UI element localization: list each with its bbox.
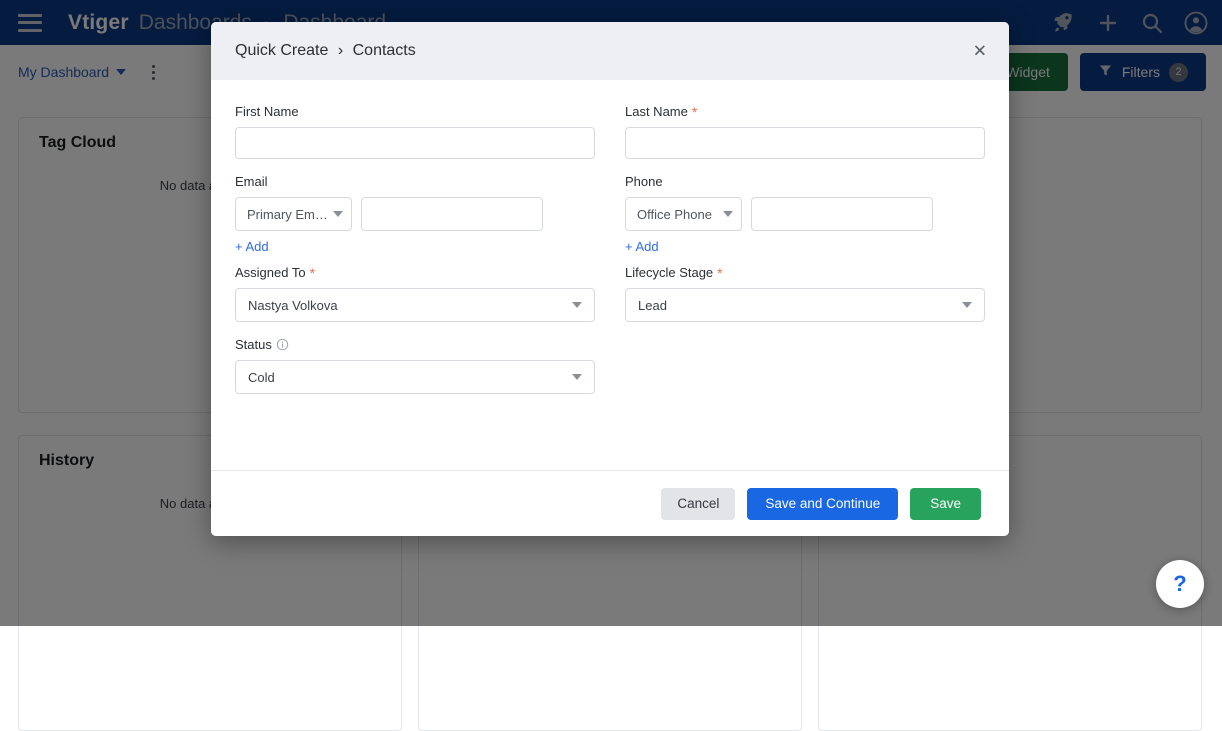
grid-spacer — [625, 337, 985, 409]
chevron-down-icon — [962, 302, 972, 308]
field-assigned-to: Assigned To * Nastya Volkova — [235, 265, 595, 322]
assigned-to-label: Assigned To — [235, 265, 306, 280]
form-grid: First Name Last Name * Email Pr — [235, 104, 985, 409]
field-label: Assigned To * — [235, 265, 595, 280]
chevron-down-icon — [572, 302, 582, 308]
field-email: Email Primary Em… + Add — [235, 174, 595, 256]
email-combo-row: Primary Em… — [235, 197, 595, 231]
first-name-label: First Name — [235, 104, 299, 119]
phone-input[interactable] — [751, 197, 933, 231]
required-marker: * — [310, 266, 315, 280]
first-name-input[interactable] — [235, 127, 595, 159]
field-label: First Name — [235, 104, 595, 119]
assigned-to-value: Nastya Volkova — [248, 298, 338, 313]
required-marker: * — [692, 105, 697, 119]
field-phone: Phone Office Phone + Add — [625, 174, 985, 256]
phone-type-value: Office Phone — [637, 207, 712, 222]
email-label: Email — [235, 174, 268, 189]
phone-label: Phone — [625, 174, 663, 189]
email-type-select[interactable]: Primary Em… — [235, 197, 352, 231]
status-select[interactable]: Cold — [235, 360, 595, 394]
help-button[interactable]: ? — [1156, 560, 1204, 608]
info-icon[interactable] — [276, 338, 289, 351]
last-name-label: Last Name — [625, 104, 688, 119]
field-label: Phone — [625, 174, 985, 189]
modal-title-prefix: Quick Create — [235, 42, 328, 59]
save-button[interactable]: Save — [910, 488, 981, 520]
last-name-input[interactable] — [625, 127, 985, 159]
modal-footer: Cancel Save and Continue Save — [211, 470, 1009, 536]
status-value: Cold — [248, 370, 275, 385]
assigned-to-select[interactable]: Nastya Volkova — [235, 288, 595, 322]
close-icon[interactable]: ✕ — [973, 43, 987, 60]
modal-title: Quick Create › Contacts — [235, 42, 416, 60]
add-email-link[interactable]: + Add — [235, 239, 269, 254]
email-type-value: Primary Em… — [247, 207, 328, 222]
required-marker: * — [717, 266, 722, 280]
add-phone-link[interactable]: + Add — [625, 239, 659, 254]
chevron-down-icon — [572, 374, 582, 380]
field-label: Lifecycle Stage * — [625, 265, 985, 280]
field-label: Last Name * — [625, 104, 985, 119]
field-status: Status Cold — [235, 337, 595, 394]
lifecycle-stage-label: Lifecycle Stage — [625, 265, 713, 280]
phone-type-select[interactable]: Office Phone — [625, 197, 742, 231]
phone-combo-row: Office Phone — [625, 197, 985, 231]
modal-header: Quick Create › Contacts ✕ — [211, 22, 1009, 80]
chevron-down-icon — [333, 211, 343, 217]
cancel-button[interactable]: Cancel — [661, 488, 735, 520]
field-label: Status — [235, 337, 595, 352]
modal-title-module: Contacts — [353, 42, 416, 59]
quick-create-modal: Quick Create › Contacts ✕ First Name Las… — [211, 22, 1009, 536]
chevron-down-icon — [723, 211, 733, 217]
lifecycle-stage-value: Lead — [638, 298, 667, 313]
modal-body: First Name Last Name * Email Pr — [211, 80, 1009, 470]
modal-title-separator: › — [338, 42, 343, 59]
field-last-name: Last Name * — [625, 104, 985, 159]
field-label: Email — [235, 174, 595, 189]
save-and-continue-button[interactable]: Save and Continue — [747, 488, 898, 520]
field-lifecycle-stage: Lifecycle Stage * Lead — [625, 265, 985, 322]
lifecycle-stage-select[interactable]: Lead — [625, 288, 985, 322]
status-label: Status — [235, 337, 272, 352]
email-input[interactable] — [361, 197, 543, 231]
field-first-name: First Name — [235, 104, 595, 159]
